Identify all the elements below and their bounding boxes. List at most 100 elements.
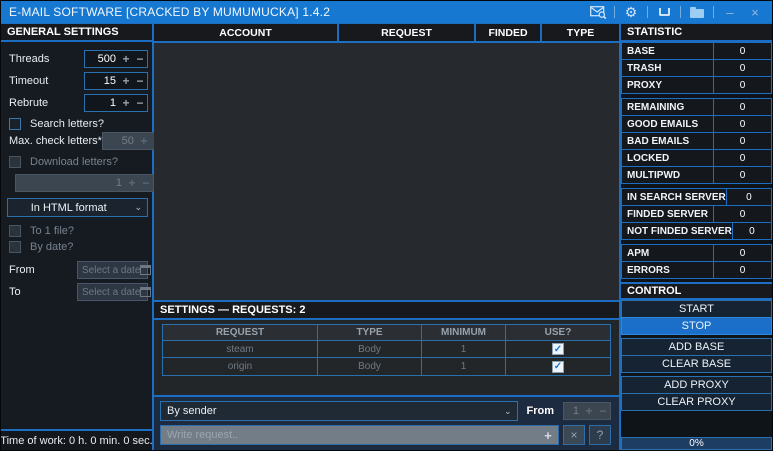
settings-button[interactable]: ⚙ bbox=[622, 3, 640, 21]
stat-value: 0 bbox=[714, 99, 771, 115]
plus-icon[interactable]: + bbox=[119, 52, 133, 66]
plus-icon[interactable]: + bbox=[119, 74, 133, 88]
type-cell: Body bbox=[318, 341, 422, 358]
clear-proxy-button[interactable]: CLEAR PROXY bbox=[621, 393, 772, 411]
download-count-value: 1 bbox=[16, 177, 125, 189]
open-folder-button[interactable] bbox=[688, 3, 706, 21]
stat-row: LOCKED0 bbox=[621, 149, 772, 167]
table-row[interactable]: origin Body 1 ✓ bbox=[163, 358, 610, 375]
request-column-header[interactable]: REQUEST bbox=[163, 325, 318, 341]
plus-icon: + bbox=[544, 428, 552, 443]
question-icon: ? bbox=[597, 428, 604, 442]
plus-icon[interactable]: + bbox=[119, 96, 133, 110]
minus-icon[interactable]: − bbox=[133, 52, 147, 66]
threads-value: 500 bbox=[85, 53, 119, 65]
download-letters-row: Download letters? bbox=[1, 156, 152, 168]
minus-icon[interactable]: − bbox=[133, 74, 147, 88]
stat-row: BASE0 bbox=[621, 42, 772, 60]
tray-button[interactable] bbox=[655, 3, 673, 21]
use-checkbox[interactable]: ✓ bbox=[552, 361, 564, 373]
stat-label: PROXY bbox=[622, 77, 714, 93]
stat-row: BAD EMAILS0 bbox=[621, 132, 772, 150]
minus-icon: − bbox=[596, 404, 610, 418]
use-cell: ✓ bbox=[506, 358, 610, 375]
format-selected: In HTML format bbox=[8, 202, 129, 214]
format-dropdown[interactable]: In HTML format ⌄ bbox=[7, 198, 148, 217]
minus-icon: − bbox=[139, 176, 153, 190]
timeout-stepper[interactable]: 15 + − bbox=[84, 72, 148, 90]
stat-row: MULTIPWD0 bbox=[621, 166, 772, 184]
column-header-request[interactable]: REQUEST bbox=[339, 24, 476, 41]
add-base-button[interactable]: ADD BASE bbox=[621, 338, 772, 356]
max-check-letters-value: 50 bbox=[103, 135, 137, 147]
help-button[interactable]: ? bbox=[589, 425, 611, 445]
stop-button[interactable]: STOP bbox=[621, 317, 772, 335]
add-request-button[interactable]: + bbox=[538, 428, 558, 443]
date-to-label: To bbox=[9, 286, 77, 298]
stat-value: 0 bbox=[714, 150, 771, 166]
date-from-picker: Select a date bbox=[77, 261, 148, 279]
search-letters-checkbox[interactable] bbox=[9, 118, 21, 130]
search-letters-label: Search letters? bbox=[30, 118, 148, 130]
column-header-account[interactable]: ACCOUNT bbox=[154, 24, 339, 41]
titlebar-separator bbox=[647, 6, 648, 18]
mail-search-button[interactable] bbox=[589, 3, 607, 21]
table-row[interactable]: steam Body 1 ✓ bbox=[163, 341, 610, 358]
folder-icon bbox=[690, 9, 704, 18]
minimum-column-header[interactable]: MINIMUM bbox=[422, 325, 506, 341]
stat-label: BAD EMAILS bbox=[622, 133, 714, 149]
request-input[interactable] bbox=[161, 429, 538, 441]
titlebar-icons: ⚙ – × bbox=[589, 3, 764, 21]
stat-label: ERRORS bbox=[622, 262, 714, 278]
threads-stepper[interactable]: 500 + − bbox=[84, 50, 148, 68]
column-header-finded[interactable]: FINDED bbox=[476, 24, 542, 41]
download-count-stepper: 1 + − bbox=[15, 174, 154, 192]
from-label: From bbox=[527, 405, 555, 417]
tray-icon bbox=[659, 8, 670, 16]
results-header: ACCOUNT REQUEST FINDED TYPE bbox=[154, 24, 619, 43]
close-icon: × bbox=[751, 6, 759, 19]
stat-row: APM0 bbox=[621, 244, 772, 262]
close-button[interactable]: × bbox=[746, 3, 764, 21]
sender-dropdown[interactable]: By sender ⌄ bbox=[160, 401, 518, 421]
search-letters-row: Search letters? bbox=[1, 118, 152, 130]
use-checkbox[interactable]: ✓ bbox=[552, 343, 564, 355]
stat-label: IN SEARCH SERVER bbox=[622, 189, 727, 205]
stat-group-misc: APM0 ERRORS0 bbox=[621, 244, 772, 279]
write-request-row: + × ? bbox=[160, 425, 611, 445]
results-list[interactable] bbox=[154, 43, 619, 300]
timeout-value: 15 bbox=[85, 75, 119, 87]
stat-label: APM bbox=[622, 245, 714, 261]
center-panel: ACCOUNT REQUEST FINDED TYPE SETTINGS — R… bbox=[154, 24, 619, 450]
stat-row: ERRORS0 bbox=[621, 261, 772, 279]
remove-request-button[interactable]: × bbox=[563, 425, 585, 445]
stat-row: IN SEARCH SERVER0 bbox=[621, 188, 772, 206]
stat-row: FINDED SERVER0 bbox=[621, 205, 772, 223]
by-date-label: By date? bbox=[30, 241, 148, 253]
clear-base-button[interactable]: CLEAR BASE bbox=[621, 355, 772, 373]
window-title: E-MAIL SOFTWARE [CRACKED BY MUMUMUCKA] 1… bbox=[9, 5, 589, 19]
request-editor: By sender ⌄ From 1 + − + bbox=[154, 395, 619, 450]
minimum-cell: 1 bbox=[422, 341, 506, 358]
minimum-cell: 1 bbox=[422, 358, 506, 375]
sender-selected: By sender bbox=[167, 405, 499, 417]
rebrute-label: Rebrute bbox=[9, 97, 84, 109]
type-column-header[interactable]: TYPE bbox=[318, 325, 422, 341]
type-cell: Body bbox=[318, 358, 422, 375]
plus-icon: + bbox=[137, 134, 151, 148]
column-header-type[interactable]: TYPE bbox=[542, 24, 619, 41]
rebrute-stepper[interactable]: 1 + − bbox=[84, 94, 148, 112]
start-button[interactable]: START bbox=[621, 300, 772, 318]
gear-icon: ⚙ bbox=[625, 5, 638, 19]
minus-icon[interactable]: − bbox=[133, 96, 147, 110]
request-input-wrap: + bbox=[160, 425, 559, 445]
stat-row: TRASH0 bbox=[621, 59, 772, 77]
stat-label: REMAINING bbox=[622, 99, 714, 115]
add-proxy-button[interactable]: ADD PROXY bbox=[621, 376, 772, 394]
chevron-down-icon: ⌄ bbox=[129, 202, 147, 213]
minimize-button[interactable]: – bbox=[721, 3, 739, 21]
stat-value: 0 bbox=[714, 245, 771, 261]
stat-row: NOT FINDED SERVER0 bbox=[621, 222, 772, 240]
use-column-header[interactable]: USE? bbox=[506, 325, 610, 341]
close-icon: × bbox=[570, 428, 577, 442]
